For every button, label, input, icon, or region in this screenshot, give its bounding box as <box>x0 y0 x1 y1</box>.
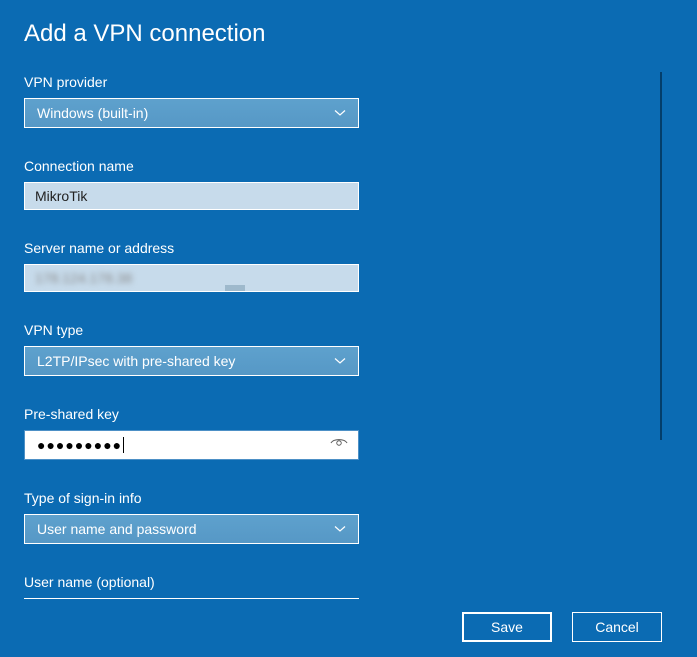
dialog-title: Add a VPN connection <box>24 20 673 48</box>
username-input[interactable] <box>24 598 359 599</box>
psk-label: Pre-shared key <box>24 406 673 422</box>
cancel-button[interactable]: Cancel <box>572 612 662 642</box>
psk-input[interactable]: ●●●●●●●●● <box>24 430 359 460</box>
signin-type-label: Type of sign-in info <box>24 490 673 506</box>
server-input[interactable]: 178.124.178.38 <box>24 264 359 292</box>
text-caret <box>123 437 124 453</box>
vpn-type-label: VPN type <box>24 322 673 338</box>
signin-type-select[interactable]: User name and password <box>24 514 359 544</box>
username-label: User name (optional) <box>24 574 673 590</box>
server-label: Server name or address <box>24 240 673 256</box>
vpn-type-value: L2TP/IPsec with pre-shared key <box>37 353 235 369</box>
connection-name-label: Connection name <box>24 158 673 174</box>
redaction-mark <box>225 285 245 291</box>
reveal-password-icon[interactable] <box>330 436 348 454</box>
vpn-type-select[interactable]: L2TP/IPsec with pre-shared key <box>24 346 359 376</box>
psk-masked-value: ●●●●●●●●● <box>37 437 122 453</box>
chevron-down-icon <box>334 357 346 365</box>
scroll-indicator[interactable] <box>660 72 662 440</box>
vpn-provider-label: VPN provider <box>24 74 673 90</box>
connection-name-input[interactable] <box>24 182 359 210</box>
vpn-provider-value: Windows (built-in) <box>37 105 148 121</box>
chevron-down-icon <box>334 109 346 117</box>
server-value-obscured: 178.124.178.38 <box>35 270 132 286</box>
save-button[interactable]: Save <box>462 612 552 642</box>
vpn-provider-select[interactable]: Windows (built-in) <box>24 98 359 128</box>
signin-type-value: User name and password <box>37 521 197 537</box>
chevron-down-icon <box>334 525 346 533</box>
